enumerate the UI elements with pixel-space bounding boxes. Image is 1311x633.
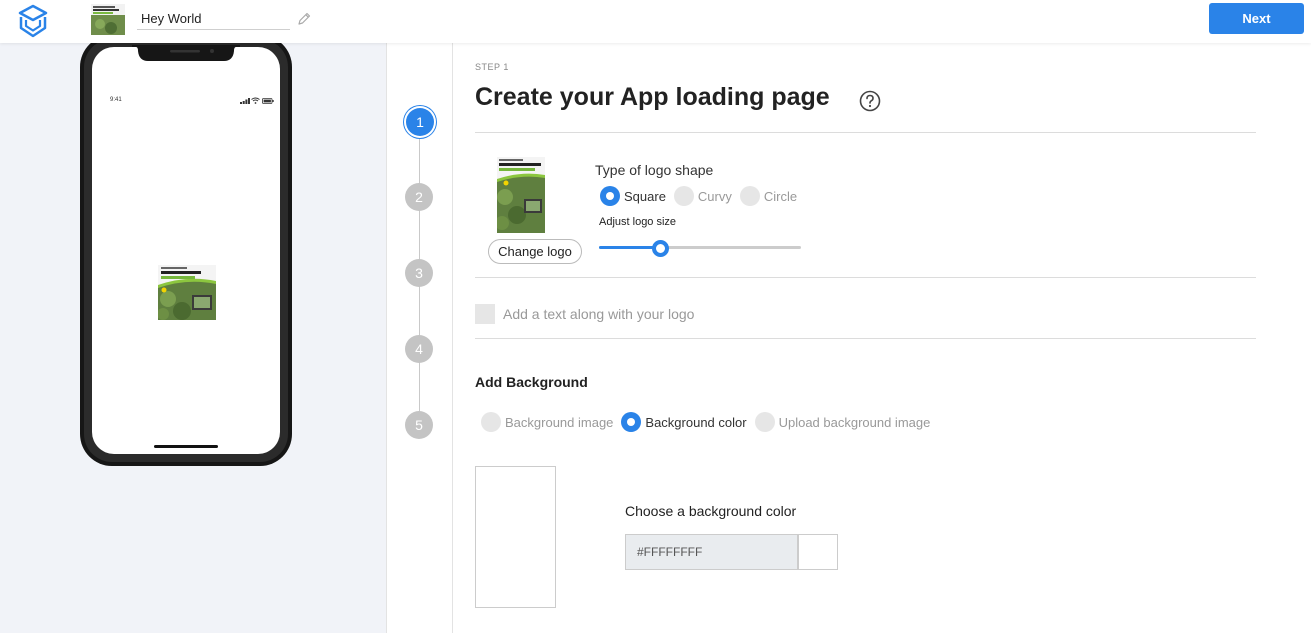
- next-button[interactable]: Next: [1209, 3, 1304, 34]
- shape-option-square[interactable]: Square: [600, 186, 666, 206]
- step-1[interactable]: 1: [406, 108, 434, 136]
- divider: [475, 132, 1256, 133]
- step-3[interactable]: 3: [405, 259, 433, 287]
- project-thumbnail[interactable]: [91, 4, 125, 35]
- logo-shape-title: Type of logo shape: [595, 162, 714, 178]
- phone-logo-preview: [158, 265, 216, 320]
- step-indicator: 1 2 3 4 5: [386, 43, 453, 633]
- bg-option-image[interactable]: Background image: [481, 412, 613, 432]
- project-name-input[interactable]: [137, 8, 290, 30]
- status-time: 9:41: [110, 97, 122, 103]
- background-preview: [475, 466, 556, 608]
- logo-size-label: Adjust logo size: [599, 216, 677, 228]
- top-bar: Next: [0, 0, 1311, 43]
- edit-pencil-icon[interactable]: [296, 11, 312, 27]
- step-5[interactable]: 5: [405, 411, 433, 439]
- bg-option-upload[interactable]: Upload background image: [754, 412, 930, 432]
- background-color-swatch[interactable]: [798, 534, 838, 570]
- text-with-logo-checkbox[interactable]: [475, 304, 495, 324]
- divider: [475, 338, 1256, 339]
- step-2[interactable]: 2: [405, 183, 433, 211]
- background-color-input[interactable]: [625, 534, 798, 570]
- logo-shape-options: Square Curvy Circle: [600, 186, 805, 206]
- page-title: Create your App loading page: [475, 83, 830, 111]
- radio-unselected-icon: [754, 412, 775, 432]
- change-logo-button[interactable]: Change logo: [488, 239, 582, 264]
- radio-selected-icon: [600, 186, 620, 206]
- radio-unselected-icon: [481, 412, 501, 432]
- background-type-options: Background image Background color Upload…: [481, 412, 938, 432]
- app-logo-icon[interactable]: [18, 4, 48, 38]
- signal-icon: [240, 98, 250, 104]
- logo-size-slider[interactable]: [599, 240, 801, 257]
- slider-fill: [599, 246, 660, 249]
- bg-option-color[interactable]: Background color: [621, 412, 747, 432]
- radio-selected-icon: [621, 412, 642, 432]
- background-color-title: Choose a background color: [625, 503, 797, 519]
- shape-option-curvy[interactable]: Curvy: [673, 186, 732, 206]
- main-content: STEP 1 Create your App loading page Chan…: [453, 43, 1311, 633]
- help-circle-icon[interactable]: [859, 90, 881, 112]
- step-label: STEP 1: [475, 62, 509, 72]
- radio-unselected-icon: [739, 186, 760, 206]
- radio-unselected-icon: [673, 186, 694, 206]
- step-4[interactable]: 4: [405, 335, 433, 363]
- divider: [475, 277, 1256, 278]
- slider-handle[interactable]: [652, 240, 669, 257]
- background-section-title: Add Background: [475, 374, 588, 390]
- battery-icon: [262, 98, 274, 104]
- text-with-logo-label: Add a text along with your logo: [503, 306, 695, 322]
- current-logo-image: [497, 157, 545, 233]
- shape-option-circle[interactable]: Circle: [739, 186, 797, 206]
- wifi-icon: [251, 97, 260, 104]
